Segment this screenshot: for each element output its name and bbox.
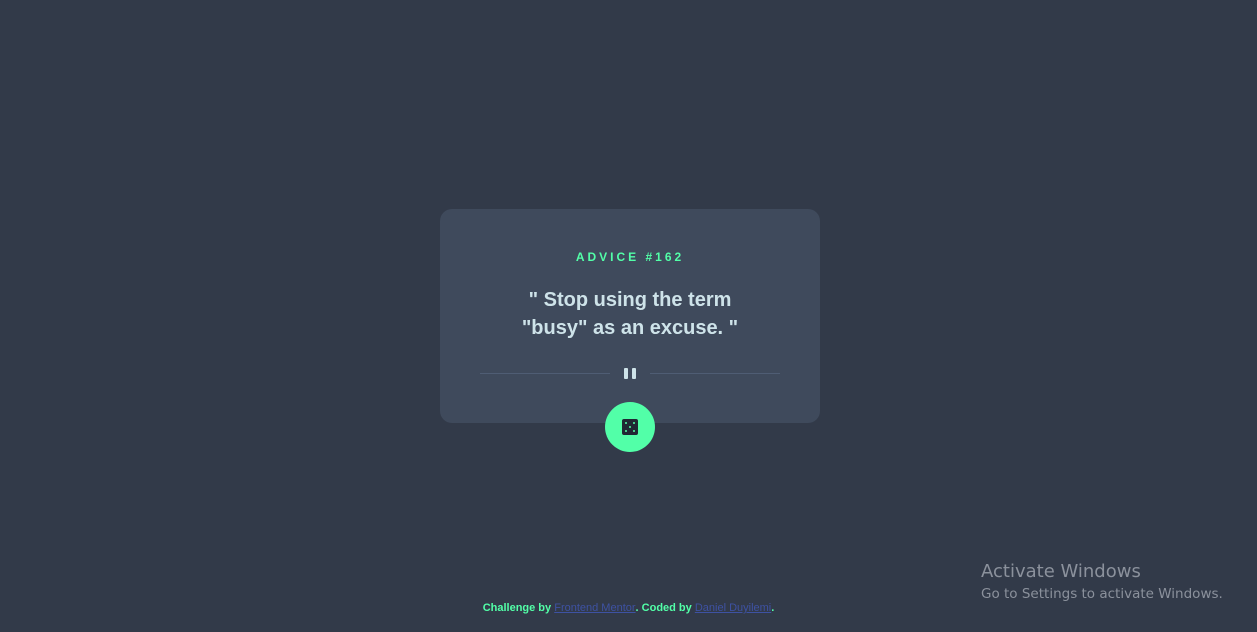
footer-end-text: . bbox=[771, 602, 775, 614]
page: ADVICE #162 " Stop using the term "busy"… bbox=[0, 0, 1257, 632]
pause-icon bbox=[623, 368, 637, 380]
footer-coded-text: . Coded by bbox=[635, 602, 695, 614]
new-advice-button[interactable] bbox=[605, 402, 655, 452]
advice-id: ADVICE #162 bbox=[575, 250, 685, 264]
watermark-title: Activate Windows bbox=[981, 561, 1141, 582]
watermark-subtitle: Go to Settings to activate Windows. bbox=[981, 586, 1223, 602]
frontend-mentor-link[interactable]: Frontend Mentor bbox=[554, 602, 635, 614]
divider bbox=[480, 367, 780, 381]
divider-line-right bbox=[650, 373, 780, 374]
divider-line-left bbox=[480, 373, 610, 374]
advice-text: " Stop using the term "busy" as an excus… bbox=[521, 289, 739, 339]
author-link[interactable]: Daniel Duyilemi bbox=[695, 602, 771, 614]
dice-icon bbox=[622, 419, 638, 435]
advice-card: ADVICE #162 " Stop using the term "busy"… bbox=[440, 209, 820, 423]
footer-challenge-text: Challenge by bbox=[482, 602, 555, 614]
activate-windows-watermark: Activate Windows Go to Settings to activ… bbox=[981, 561, 1223, 604]
